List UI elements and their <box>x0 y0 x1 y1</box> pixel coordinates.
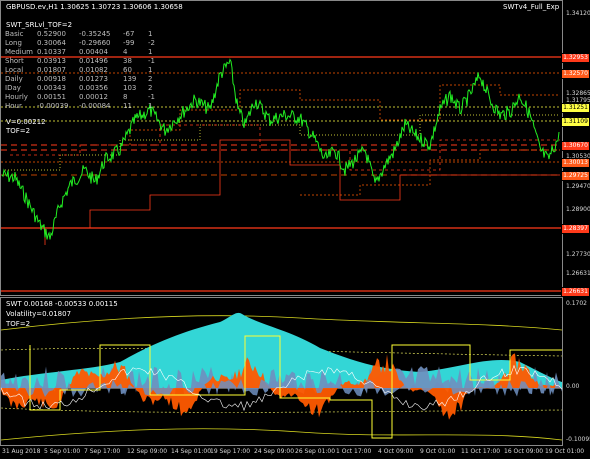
volatility-value: Volatility=0.01807 <box>6 310 72 318</box>
sub-axis-mid: 0.00 <box>566 383 580 390</box>
tof-value: TOF=2 <box>6 127 31 135</box>
stats-cell-v3: 139 <box>123 75 137 83</box>
stats-cell-v2: 0.00012 <box>79 93 108 101</box>
step-line <box>129 84 560 145</box>
indicator-name: SWTv4_Full_Exp <box>503 3 560 11</box>
stats-cell-v3: 11 <box>123 102 132 110</box>
price-axis-label: 1.29470 <box>566 183 590 190</box>
stats-cell-name: Long <box>5 39 22 47</box>
time-axis-label: 16 Oct 09:00 <box>504 448 544 455</box>
swt-header: SWT 0.00168 -0.00533 0.00115 <box>6 300 118 308</box>
stats-cell-v3: 60 <box>123 66 132 74</box>
step-line <box>10 124 560 171</box>
stats-cell-name: Basic <box>5 30 24 38</box>
stats-cell-v2: 0.01496 <box>79 57 108 65</box>
price-axis-label: 1.34120 <box>566 10 590 17</box>
price-tag: 1.26631 <box>561 287 590 297</box>
envelope-line <box>0 428 563 441</box>
stats-cell-v2: 0.01273 <box>79 75 108 83</box>
stats-cell-v2: 0.01082 <box>79 66 108 74</box>
stats-cell-name: IDay <box>5 84 21 92</box>
stats-cell-v3: -99 <box>123 39 135 47</box>
step-line <box>44 139 560 245</box>
stats-cell-v4: 1 <box>148 66 153 74</box>
v-value: V=0.00212 <box>6 118 46 126</box>
stats-cell-v4: 1 <box>148 102 153 110</box>
stats-cell-v2: 0.00404 <box>79 48 108 56</box>
time-axis-label: 4 Oct 09:00 <box>378 448 414 455</box>
stats-cell-v4: 2 <box>148 84 153 92</box>
stats-cell-v1: 0.00151 <box>37 93 66 101</box>
price-tag: 1.30670 <box>561 141 590 151</box>
time-axis-label: 14 Sep 01:00 <box>171 448 212 455</box>
stats-cell-v1: 0.00918 <box>37 75 66 83</box>
price-tag: 1.30013 <box>561 158 590 168</box>
stats-cell-v4: 2 <box>148 75 153 83</box>
price-tag: 1.28397 <box>561 224 590 234</box>
time-axis-label: 31 Aug 2018 <box>2 448 41 455</box>
sub-tof-value: TOF=2 <box>6 320 31 328</box>
stats-cell-v1: -0.00039 <box>37 102 69 110</box>
price-tag: 1.31109 <box>561 117 590 127</box>
time-axis-label: 26 Sep 01:00 <box>295 448 336 455</box>
stats-cell-v3: 103 <box>123 84 137 92</box>
stats-cell-v1: 0.52900 <box>37 30 66 38</box>
stats-cell-v1: 0.00343 <box>37 84 66 92</box>
stats-cell-v4: -2 <box>148 39 155 47</box>
sub-axis-bottom: -0.10095 <box>566 436 590 443</box>
time-axis-label: 9 Oct 01:00 <box>420 448 456 455</box>
stats-cell-v2: -0.29660 <box>79 39 111 47</box>
stats-cell-name: Daily <box>5 75 23 83</box>
price-tag: 1.32953 <box>561 53 590 63</box>
swt-indicator <box>0 312 563 441</box>
price-tag: 1.32570 <box>561 69 590 79</box>
stats-cell-v3: 4 <box>123 48 128 56</box>
symbol-info: GBPUSD.ev,H1 1.30625 1.30723 1.30606 1.3… <box>6 3 183 11</box>
stats-cell-v1: 0.01807 <box>37 66 66 74</box>
stats-cell-v4: -1 <box>148 93 155 101</box>
stats-cell-v3: 8 <box>123 93 128 101</box>
stats-cell-v1: 0.30064 <box>37 39 66 47</box>
price-tag: 1.29725 <box>561 171 590 181</box>
stats-cell-v1: 0.10337 <box>37 48 66 56</box>
price-tag: 1.31251 <box>561 103 590 113</box>
time-axis-label: 24 Sep 09:00 <box>254 448 295 455</box>
time-axis-label: 19 Oct 01:00 <box>545 448 585 455</box>
price-axis-label: 1.27730 <box>566 251 590 258</box>
stats-cell-v4: 1 <box>148 48 153 56</box>
stats-cell-name: Hourly <box>5 93 28 101</box>
time-axis-label: 1 Oct 17:00 <box>336 448 372 455</box>
stats-cell-v3: -67 <box>123 30 135 38</box>
envelope-line <box>0 407 563 413</box>
stats-cell-v4: -1 <box>148 57 155 65</box>
envelope-line <box>0 315 563 331</box>
indicator-title: SWT_SRLvl_TOF=2 <box>6 21 73 29</box>
stats-cell-v4: 1 <box>148 30 153 38</box>
sub-axis-top: 0.1702 <box>566 300 587 307</box>
stats-cell-v2: -0.35245 <box>79 30 111 38</box>
stats-cell-v1: 0.03913 <box>37 57 66 65</box>
time-axis-label: 11 Oct 17:00 <box>461 448 501 455</box>
stats-cell-v3: 38 <box>123 57 132 65</box>
time-axis-label: 19 Sep 17:00 <box>210 448 251 455</box>
stats-cell-name: Short <box>5 57 24 65</box>
time-axis-label: 12 Sep 09:00 <box>127 448 168 455</box>
stats-cell-name: Hour <box>5 102 22 110</box>
stats-cell-v2: 0.00356 <box>79 84 108 92</box>
price-axis-label: 1.28900 <box>566 206 590 213</box>
time-axis-label: 5 Sep 01:00 <box>44 448 81 455</box>
stats-cell-name: Local <box>5 66 24 74</box>
time-axis-label: 7 Sep 17:00 <box>84 448 121 455</box>
stats-cell-v2: -0.00084 <box>79 102 111 110</box>
stats-cell-name: Medium <box>5 48 33 56</box>
price-axis-label: 1.26631 <box>566 270 590 277</box>
